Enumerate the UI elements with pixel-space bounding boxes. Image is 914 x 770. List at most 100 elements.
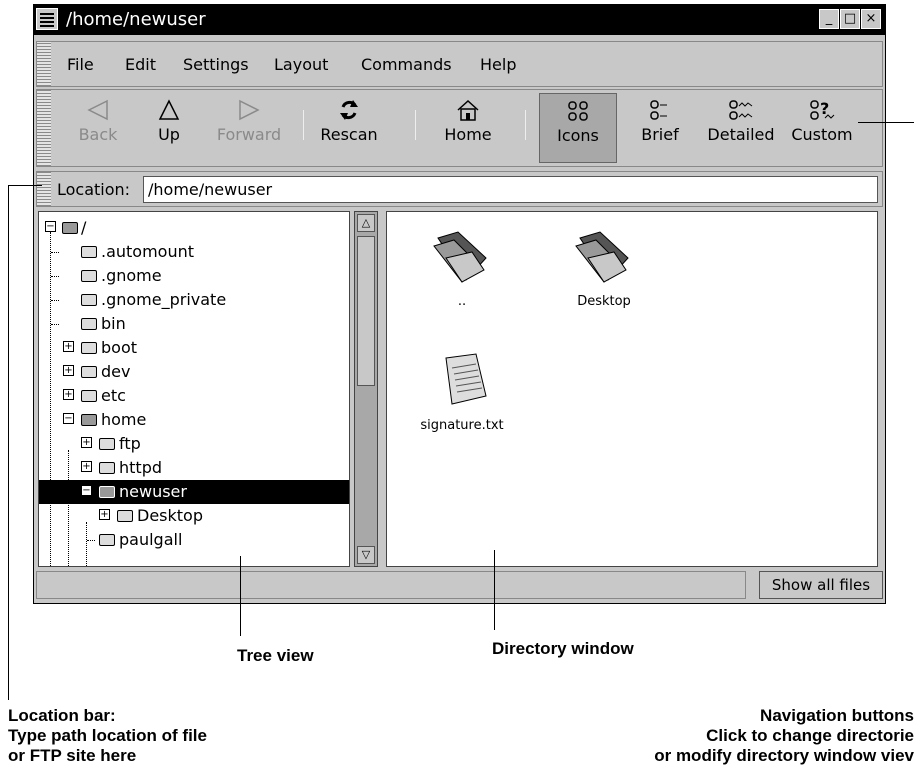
rescan-button[interactable]: Rescan [309,93,389,163]
callout-line: or FTP site here [8,746,137,765]
collapse-icon[interactable]: − [45,221,56,232]
location-bar: Location: /home/newuser [36,171,883,207]
menu-commands[interactable]: Commands [361,55,452,74]
expand-icon[interactable]: + [81,461,92,472]
toolbar-separator [525,110,526,140]
menu-help[interactable]: Help [480,55,516,74]
close-button[interactable]: × [861,9,881,29]
tree-item-label: etc [101,386,126,405]
tree-connector [51,252,59,253]
file-item-parent[interactable]: .. [407,228,517,309]
locationbar-grip[interactable] [37,172,51,206]
tree-item[interactable]: + etc [39,384,339,408]
menu-settings[interactable]: Settings [183,55,249,74]
tree-item-root[interactable]: − / [39,216,339,240]
callout-line: Location bar: [8,706,116,725]
maximize-button[interactable]: □ [840,9,860,29]
tree-item[interactable]: + dev [39,360,339,384]
open-folder-icon [99,486,115,498]
folder-icon [575,231,629,283]
tree-item[interactable]: + httpd [39,456,339,480]
menu-bar: File Edit Settings Layout Commands Help [36,41,883,87]
folder-icon [99,534,115,546]
menubar-grip[interactable] [37,42,51,86]
detailed-view-icon [729,100,753,120]
show-all-files-button[interactable]: Show all files [759,571,883,599]
up-triangle-icon [158,99,180,120]
tree-scrollbar[interactable]: △ ▽ [354,211,378,567]
scroll-thumb[interactable] [357,236,375,386]
file-item-signature[interactable]: signature.txt [407,352,517,433]
expand-icon[interactable]: + [63,341,74,352]
window-menu-icon[interactable] [36,8,58,30]
menu-layout[interactable]: Layout [274,55,328,74]
location-bar-callout: Location bar: Type path location of file… [8,706,207,766]
detailed-label: Detailed [707,125,775,144]
callout-line: Click to change directorie [706,726,914,745]
brief-label: Brief [641,125,679,144]
scroll-up-icon[interactable]: △ [357,214,375,232]
icons-view-button[interactable]: Icons [539,93,617,163]
back-button[interactable]: Back [59,93,137,163]
toolbar-separator [415,110,416,140]
tree-item[interactable]: + ftp [39,432,339,456]
pane-resize-handle[interactable] [378,211,386,567]
navigation-buttons-callout: Navigation buttons Click to change direc… [654,706,914,766]
expand-icon[interactable]: + [63,365,74,376]
tree-item[interactable]: + boot [39,336,339,360]
menu-edit[interactable]: Edit [125,55,156,74]
tree-item-label: boot [101,338,138,357]
location-input[interactable]: /home/newuser [143,176,878,203]
scroll-down-icon[interactable]: ▽ [357,546,375,564]
home-button[interactable]: Home [423,93,513,163]
directory-window[interactable]: .. Desktop signature.txt [386,211,878,567]
folder-icon [81,366,97,378]
icons-view-icon [568,101,588,121]
file-item-desktop[interactable]: Desktop [549,228,659,309]
detailed-view-button[interactable]: Detailed [701,93,781,163]
navigation-buttons-leader [858,122,914,123]
callout-line: Navigation buttons [760,706,914,725]
brief-view-icon [650,100,667,120]
tree-item-label: newuser [119,482,187,501]
status-text [36,571,746,599]
tree-item[interactable]: − home [39,408,339,432]
expand-icon[interactable]: + [63,389,74,400]
tree-item-label: .automount [101,242,195,261]
custom-view-button[interactable]: ? Custom [787,93,857,163]
collapse-icon[interactable]: − [81,485,92,496]
custom-label: Custom [791,125,853,144]
tree-connector [51,300,59,301]
tree-view[interactable]: − / .automount .gnome .gnome_private bin… [38,211,350,567]
tree-item[interactable]: bin [39,312,339,336]
toolbar-separator [303,110,304,140]
folder-icon [81,270,97,282]
forward-button[interactable]: Forward [201,93,297,163]
up-label: Up [158,125,180,144]
tree-item[interactable]: .automount [39,240,339,264]
menu-file[interactable]: File [67,55,94,74]
title-bar[interactable]: /home/newuser _ □ × [34,5,885,35]
tree-item[interactable]: .gnome [39,264,339,288]
tree-item[interactable]: .gnome_private [39,288,339,312]
tree-item[interactable]: paulgall [39,528,339,552]
collapse-icon[interactable]: − [63,413,74,424]
file-manager-window: /home/newuser _ □ × File Edit Settings L… [33,4,886,604]
expand-icon[interactable]: + [99,509,110,520]
tree-item-label: .gnome_private [101,290,227,309]
open-folder-icon [81,414,97,426]
brief-view-button[interactable]: Brief [627,93,693,163]
folder-icon [99,438,115,450]
file-label: signature.txt [420,418,504,433]
refresh-icon [340,100,358,120]
status-bar: Show all files [36,571,883,599]
toolbar-grip[interactable] [37,90,51,166]
tree-item[interactable]: + Desktop [39,504,339,528]
up-button[interactable]: Up [139,93,199,163]
expand-icon[interactable]: + [81,437,92,448]
tree-item-selected[interactable]: − newuser [39,480,349,504]
tree-view-leader [240,556,241,636]
left-triangle-icon [87,99,108,121]
tree-item-label: / [81,218,87,237]
minimize-button[interactable]: _ [819,9,839,29]
